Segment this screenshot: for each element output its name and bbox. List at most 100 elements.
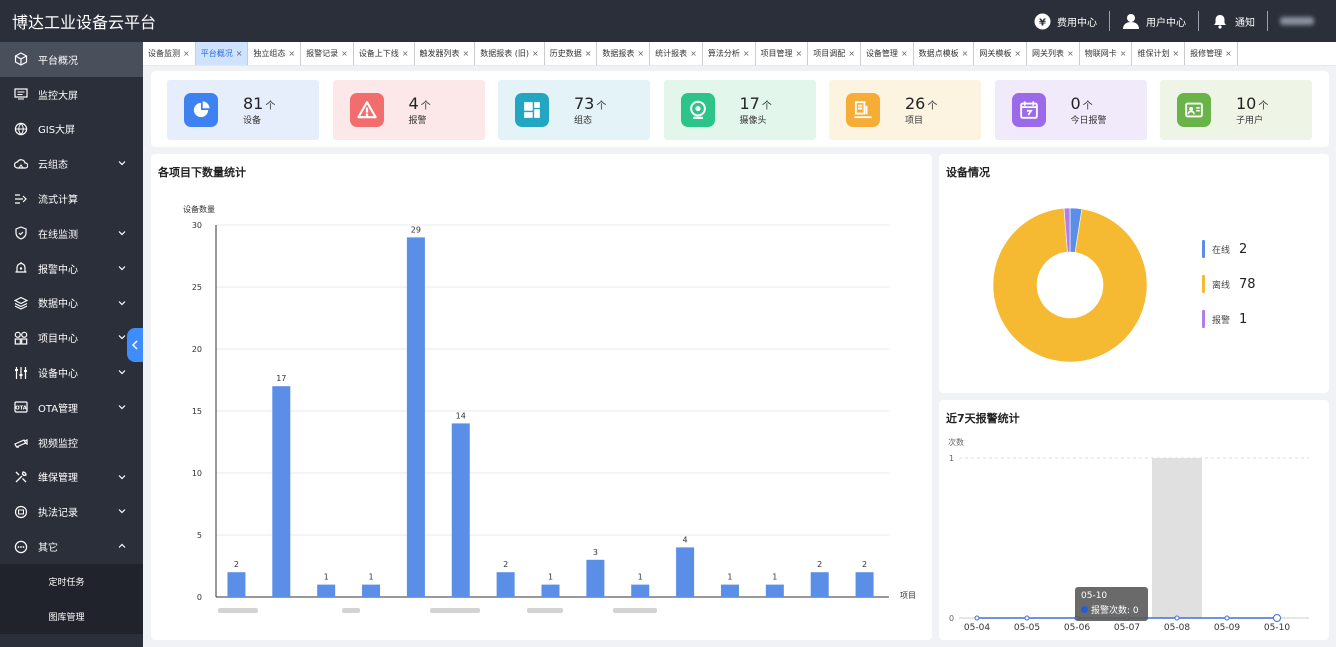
tab-12[interactable]: 项目调配 × xyxy=(808,42,861,65)
sidebar-item-14[interactable]: 其它 xyxy=(0,529,143,564)
stat-card-1[interactable]: 4个 报警 xyxy=(332,80,485,140)
sidebar-subitem-gallery[interactable]: 图库管理 xyxy=(0,598,143,634)
series-point[interactable] xyxy=(1273,614,1281,622)
close-icon[interactable]: × xyxy=(341,49,348,58)
bar[interactable] xyxy=(810,572,829,597)
close-icon[interactable]: × xyxy=(1172,49,1179,58)
tab-2[interactable]: 独立组态 × xyxy=(248,42,302,65)
sidebar-item-11[interactable]: 视频监控 xyxy=(0,425,143,460)
bar[interactable] xyxy=(586,559,605,597)
sidebar-item-3[interactable]: 云组态 xyxy=(0,146,143,181)
tab-17[interactable]: 物联网卡 × xyxy=(1080,42,1133,65)
close-icon[interactable]: × xyxy=(1067,49,1074,58)
sidebar-subitem-scheduled-tasks[interactable]: 定时任务 xyxy=(0,563,143,599)
close-icon[interactable]: × xyxy=(1014,49,1021,58)
tab-19[interactable]: 报修管理 × xyxy=(1185,42,1238,65)
bar[interactable] xyxy=(451,423,470,597)
legend-item[interactable]: 在线 2 xyxy=(1202,240,1247,258)
bar[interactable] xyxy=(317,584,336,597)
sidebar-collapse-button[interactable] xyxy=(127,328,143,362)
tab-0[interactable]: 设备监测 × xyxy=(143,42,196,65)
stat-card-3[interactable]: 17 个 摄像头 xyxy=(663,80,816,140)
bar[interactable] xyxy=(720,584,739,597)
tab-16[interactable]: 网关列表 × xyxy=(1027,42,1080,65)
series-point[interactable] xyxy=(974,615,980,621)
legend-item[interactable]: 离线 78 xyxy=(1202,275,1256,293)
fee-center-button[interactable]: ¥ 费用中心 xyxy=(1021,11,1110,31)
sidebar-item-7[interactable]: 数据中心 xyxy=(0,286,143,321)
tab-9[interactable]: 统计报表 × xyxy=(650,42,703,65)
bar[interactable] xyxy=(631,584,650,597)
tab-14[interactable]: 数据点模板 × xyxy=(914,42,975,65)
bar[interactable] xyxy=(855,572,874,597)
tab-10[interactable]: 算法分析 × xyxy=(703,42,756,65)
tab-5[interactable]: 触发器列表 × xyxy=(415,42,476,65)
sidebar-item-9[interactable]: 设备中心 xyxy=(0,355,143,390)
close-icon[interactable]: × xyxy=(962,49,969,58)
sidebar-item-12[interactable]: 维保管理 xyxy=(0,460,143,495)
series-point[interactable] xyxy=(1174,615,1180,621)
sidebar-item-2[interactable]: GIS大屏 xyxy=(0,112,143,147)
bar[interactable] xyxy=(406,237,425,597)
stat-card-4[interactable]: 26 个 项目 xyxy=(829,80,981,140)
close-icon[interactable]: × xyxy=(532,49,539,58)
bar[interactable] xyxy=(362,584,381,597)
close-icon[interactable]: × xyxy=(1225,49,1232,58)
stat-card-0[interactable]: 81 个 设备 xyxy=(167,80,319,140)
close-icon[interactable]: × xyxy=(637,49,644,58)
bar-value-label: 17 xyxy=(276,374,286,383)
series-point[interactable] xyxy=(1024,615,1030,621)
close-icon[interactable]: × xyxy=(901,49,908,58)
account-menu[interactable] xyxy=(1268,11,1336,31)
close-icon[interactable]: × xyxy=(796,49,803,58)
bar-value-label: 29 xyxy=(411,225,421,234)
close-icon[interactable]: × xyxy=(463,49,470,58)
close-icon[interactable]: × xyxy=(402,49,409,58)
bar[interactable] xyxy=(496,572,515,597)
bar[interactable] xyxy=(765,584,784,597)
close-icon[interactable]: × xyxy=(1120,49,1127,58)
notification-button[interactable]: 通知 xyxy=(1199,11,1268,31)
sidebar-item-10[interactable]: OTA OTA管理 xyxy=(0,390,143,425)
sidebar-item-13[interactable]: 执法记录 xyxy=(0,494,143,529)
close-icon[interactable]: × xyxy=(848,49,855,58)
tab-7[interactable]: 历史数据 × xyxy=(545,42,598,65)
subuser-icon xyxy=(1177,93,1211,127)
tab-15[interactable]: 网关模板 × xyxy=(974,42,1028,65)
sidebar-item-6[interactable]: 报警中心 xyxy=(0,251,143,286)
sidebar-item-5[interactable]: 在线监测 xyxy=(0,216,143,251)
sidebar-item-0[interactable]: 平台概况 xyxy=(0,42,143,77)
close-icon[interactable]: × xyxy=(236,49,243,58)
tab-label: 报修管理 xyxy=(1190,49,1223,58)
tab-label: 设备上下线 xyxy=(358,49,399,58)
close-icon[interactable]: × xyxy=(743,49,750,58)
stat-card-6[interactable]: 10 个 子用户 xyxy=(1160,80,1312,140)
close-icon[interactable]: × xyxy=(288,49,295,58)
bar[interactable] xyxy=(541,584,560,597)
bar[interactable] xyxy=(227,572,246,597)
tab-8[interactable]: 数据报表 × xyxy=(597,42,651,65)
sidebar-item-8[interactable]: 项目中心 xyxy=(0,320,143,355)
tab-3[interactable]: 报警记录 × xyxy=(301,42,354,65)
chevron-up-icon xyxy=(117,541,127,551)
close-icon[interactable]: × xyxy=(183,49,190,58)
stat-card-2[interactable]: 73 个 组态 xyxy=(498,80,650,140)
tab-1[interactable]: 平台概况 × xyxy=(195,42,249,65)
close-icon[interactable]: × xyxy=(585,49,592,58)
tab-11[interactable]: 项目管理 × xyxy=(756,42,809,65)
stat-value: 17 xyxy=(739,94,760,113)
stat-value: 10 xyxy=(1236,94,1257,113)
tab-6[interactable]: 数据报表 (旧) × xyxy=(475,42,545,65)
close-icon[interactable]: × xyxy=(690,49,697,58)
bar[interactable] xyxy=(272,386,291,597)
sidebar-item-1[interactable]: 监控大屏 xyxy=(0,77,143,112)
series-point[interactable] xyxy=(1224,615,1230,621)
tab-4[interactable]: 设备上下线 × xyxy=(354,42,415,65)
tab-18[interactable]: 维保计划 × xyxy=(1132,42,1186,65)
legend-item[interactable]: 报警 1 xyxy=(1202,310,1247,328)
stat-card-5[interactable]: 0个 今日报警 xyxy=(994,80,1147,140)
sidebar-item-4[interactable]: 流式计算 xyxy=(0,181,143,216)
bar[interactable] xyxy=(676,547,695,597)
tab-13[interactable]: 设备管理 × xyxy=(861,42,914,65)
user-center-button[interactable]: 用户中心 xyxy=(1110,11,1199,31)
